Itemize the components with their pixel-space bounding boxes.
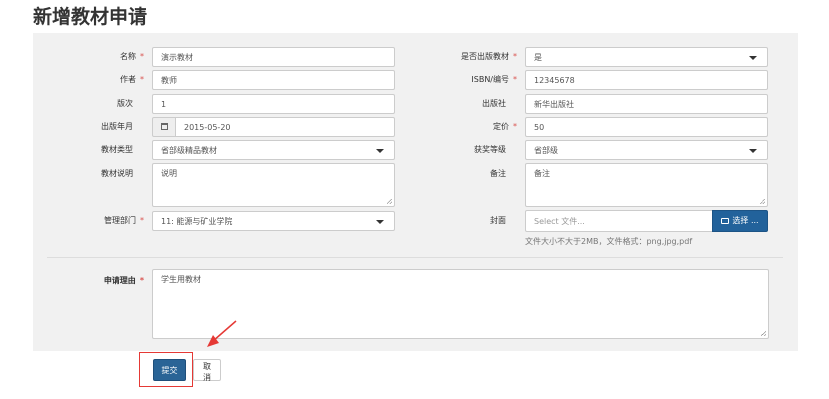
annotation-arrow: [207, 320, 237, 347]
